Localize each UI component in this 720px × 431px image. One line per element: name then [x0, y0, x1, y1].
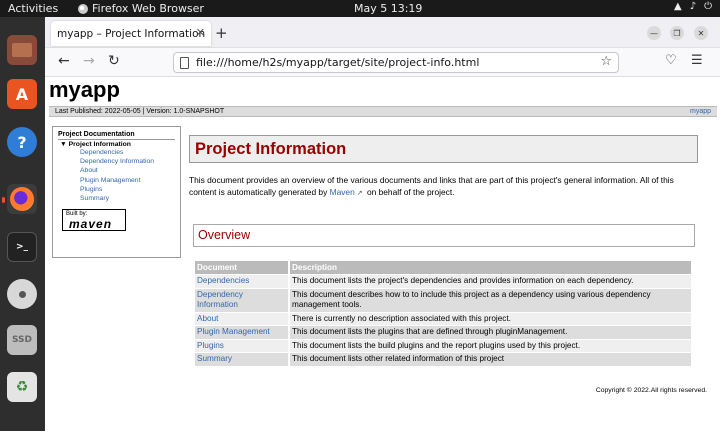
activities-button[interactable]: Activities [8, 2, 58, 15]
terminal-label: >_ [15, 242, 29, 252]
published-info: Last Published: 2022-05-05 | Version: 1.… [55, 108, 225, 115]
close-tab-icon[interactable]: ✕ [196, 26, 205, 39]
firefox-small-icon [78, 3, 88, 14]
project-link[interactable]: myapp [690, 108, 711, 115]
reload-button[interactable]: ↻ [108, 53, 120, 69]
overview-heading: Overview [193, 224, 695, 247]
page-content: myapp Last Published: 2022-05-05 | Versi… [45, 78, 720, 431]
new-tab-button[interactable]: + [215, 24, 228, 42]
nav-heading: Project Documentation [58, 131, 175, 140]
table-header-row: Document Description [195, 261, 691, 274]
dock: A ? >_ SSD ♻ [0, 17, 45, 431]
firefox-window: myapp – Project Information ✕ + — ❐ ✕ ← … [45, 17, 720, 431]
tab-project-information[interactable]: myapp – Project Information ✕ [51, 21, 211, 46]
minimize-button[interactable]: — [647, 26, 661, 40]
footer-copyright: Copyright © 2022.All rights reserved. [595, 387, 707, 394]
doc-description: This document lists the project's depend… [290, 275, 691, 288]
power-icon: ⏻ [704, 1, 712, 12]
doc-link[interactable]: Dependency Information [195, 288, 288, 312]
network-icon: ▲ [673, 1, 682, 12]
table-row: Summary This document lists other relate… [195, 353, 691, 366]
built-by-maven-badge[interactable]: Built by: maven [62, 209, 126, 232]
volume-icon: ♪ [689, 1, 697, 12]
nav-item-plugin-management[interactable]: Plugin Management [58, 176, 175, 185]
doc-description: This document lists the build plugins an… [290, 339, 691, 352]
maven-link[interactable]: Maven [330, 187, 355, 197]
doc-description: There is currently no description associ… [290, 312, 691, 325]
help-icon[interactable]: ? [7, 127, 37, 157]
nav-item-plugins[interactable]: Plugins [58, 185, 175, 194]
page-heading: Project Information [189, 135, 698, 163]
tab-bar: myapp – Project Information ✕ + — ❐ ✕ [45, 17, 720, 48]
files-icon[interactable] [7, 35, 37, 65]
ssd-label: SSD [11, 335, 33, 345]
active-indicator [2, 197, 5, 203]
external-link-icon: ↗ [356, 189, 363, 197]
back-button[interactable]: ← [58, 53, 70, 69]
nav-current-item[interactable]: ▼ Project Information [58, 141, 175, 148]
close-window-button[interactable]: ✕ [694, 26, 708, 40]
forward-button[interactable]: → [83, 53, 95, 69]
nav-toolbar: ← → ↻ file:///home/h2s/myapp/target/site… [45, 48, 720, 77]
firefox-icon[interactable] [7, 184, 37, 214]
url-text: file:///home/h2s/myapp/target/site/proje… [196, 56, 480, 69]
left-navigation: Project Documentation ▼ Project Informat… [52, 126, 181, 258]
doc-link[interactable]: Plugins [195, 339, 288, 352]
tab-title: myapp – Project Information [57, 27, 206, 40]
column-header-document: Document [195, 261, 288, 274]
doc-link[interactable]: Dependencies [195, 275, 288, 288]
doc-link[interactable]: About [195, 312, 288, 325]
bookmark-star-icon[interactable]: ☆ [600, 54, 612, 69]
table-row: Dependencies This document lists the pro… [195, 275, 691, 288]
system-tray[interactable]: ▲ ♪ ⏻ [674, 1, 712, 12]
site-title[interactable]: myapp [49, 78, 120, 103]
trash-icon[interactable]: ♻ [7, 372, 37, 402]
doc-description: This document lists the plugins that are… [290, 326, 691, 339]
terminal-icon[interactable]: >_ [7, 232, 37, 262]
nav-item-dependencies[interactable]: Dependencies [58, 148, 175, 157]
nav-current-label: Project Information [68, 141, 131, 148]
nav-item-summary[interactable]: Summary [58, 194, 175, 203]
maven-logo-text: maven [69, 217, 113, 232]
clock[interactable]: May 5 13:19 [354, 2, 422, 15]
doc-description: This document describes how to to includ… [290, 288, 691, 312]
page-icon [180, 57, 189, 69]
table-row: Dependency Information This document des… [195, 288, 691, 312]
table-row: About There is currently no description … [195, 312, 691, 325]
doc-link[interactable]: Plugin Management [195, 326, 288, 339]
column-header-description: Description [290, 261, 691, 274]
intro-text-after: on behalf of the project. [364, 186, 455, 197]
doc-description: This document lists other related inform… [290, 353, 691, 366]
doc-link[interactable]: Summary [195, 353, 288, 366]
ssd-icon[interactable]: SSD [7, 325, 37, 355]
url-bar[interactable]: file:///home/h2s/myapp/target/site/proje… [173, 52, 619, 73]
app-menu[interactable]: Firefox Web Browser [78, 2, 204, 15]
documents-table: Document Description Dependencies This d… [193, 260, 693, 367]
published-bar: Last Published: 2022-05-05 | Version: 1.… [49, 106, 717, 117]
help-label: ? [17, 132, 27, 152]
maximize-button[interactable]: ❐ [670, 26, 684, 40]
software-icon[interactable]: A [7, 79, 37, 109]
intro-paragraph: This document provides an overview of th… [189, 175, 699, 199]
disc-icon[interactable] [7, 279, 37, 309]
pocket-icon[interactable]: ♡ [665, 53, 677, 68]
nav-subitems: Dependencies Dependency Information Abou… [58, 148, 175, 203]
nav-item-dependency-information[interactable]: Dependency Information [58, 157, 175, 166]
table-row: Plugin Management This document lists th… [195, 326, 691, 339]
table-row: Plugins This document lists the build pl… [195, 339, 691, 352]
menu-icon[interactable]: ☰ [691, 53, 703, 68]
nav-item-about[interactable]: About [58, 166, 175, 175]
gnome-top-bar: Activities Firefox Web Browser May 5 13:… [0, 0, 720, 17]
app-name: Firefox Web Browser [92, 2, 204, 15]
